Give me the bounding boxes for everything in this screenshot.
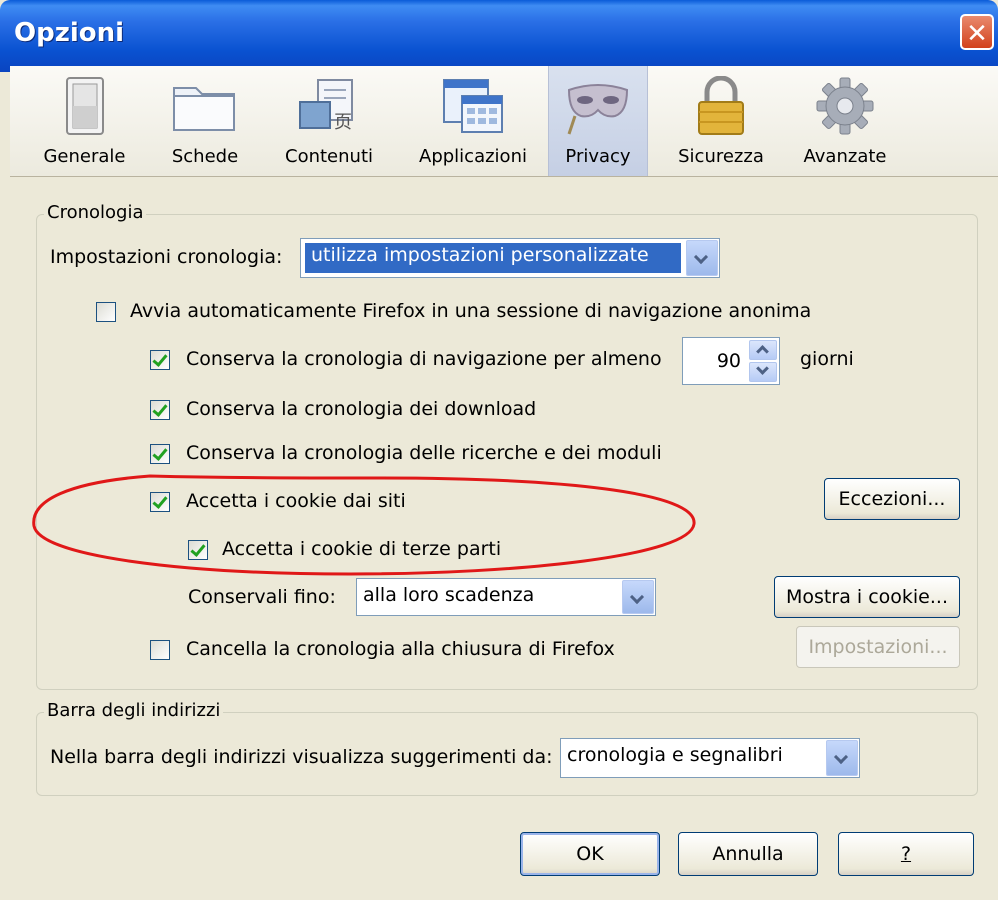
switch-icon	[65, 77, 104, 135]
history-days-spinner[interactable]: 90	[682, 337, 780, 385]
padlock-icon	[698, 76, 744, 135]
pane-toolbar: Generale Schede 页 Contenuti Applicazioni…	[10, 66, 998, 177]
clear-on-close-checkbox[interactable]	[150, 640, 170, 660]
history-settings-value: utilizza impostazioni personalizzate	[311, 244, 649, 266]
third-party-cookies-checkbox[interactable]	[188, 540, 208, 560]
keep-downloads-checkbox[interactable]	[150, 400, 170, 420]
keep-until-label: Conservali fino:	[188, 586, 336, 608]
applications-icon	[443, 79, 503, 133]
chevron-down-icon[interactable]	[622, 580, 654, 614]
history-settings-dropdown[interactable]: utilizza impostazioni personalizzate	[300, 238, 720, 278]
content-icon: 页	[299, 79, 353, 133]
keep-until-value: alla loro scadenza	[363, 584, 535, 606]
spin-down-icon[interactable]	[749, 362, 777, 382]
clear-settings-button-label: Impostazioni...	[808, 636, 948, 658]
keep-downloads-label: Conserva la cronologia dei download	[186, 398, 537, 420]
keep-history-label: Conserva la cronologia di navigazione pe…	[186, 348, 662, 370]
window-title: Opzioni	[14, 18, 125, 48]
clear-settings-button[interactable]: Impostazioni...	[796, 626, 960, 668]
history-days-unit: giorni	[800, 348, 854, 370]
tab-schede[interactable]: Schede	[160, 66, 250, 176]
ok-button[interactable]: OK	[520, 832, 660, 876]
location-bar-dropdown[interactable]: cronologia e segnalibri	[560, 738, 860, 778]
private-mode-label: Avvia automaticamente Firefox in una ses…	[130, 300, 812, 322]
tab-label: Applicazioni	[419, 146, 527, 167]
exceptions-button-label: Eccezioni...	[838, 488, 946, 510]
tab-label: Schede	[171, 146, 239, 167]
tab-generale[interactable]: Generale	[32, 66, 137, 176]
svg-text:页: 页	[334, 112, 352, 133]
tab-avanzate[interactable]: Avanzate	[790, 66, 900, 176]
location-bar-label: Nella barra degli indirizzi visualizza s…	[50, 746, 553, 768]
tabs-folder-icon	[173, 87, 235, 131]
location-bar-legend: Barra degli indirizzi	[44, 700, 224, 721]
keep-forms-checkbox[interactable]	[150, 444, 170, 464]
tab-contenuti[interactable]: 页 Contenuti	[274, 66, 384, 176]
exceptions-button[interactable]: Eccezioni...	[824, 478, 960, 520]
private-mode-checkbox[interactable]	[96, 302, 116, 322]
tab-applicazioni[interactable]: Applicazioni	[408, 66, 538, 176]
help-button[interactable]: ?	[838, 832, 974, 876]
tab-label: Avanzate	[803, 146, 887, 167]
options-dialog: Opzioni ✕ Generale Schede 页 Contenuti Ap…	[0, 0, 998, 900]
tab-label: Contenuti	[285, 146, 373, 167]
tab-privacy[interactable]: Privacy	[548, 66, 648, 176]
help-button-label: ?	[900, 843, 912, 865]
history-legend: Cronologia	[44, 202, 147, 223]
show-cookies-button-label: Mostra i cookie...	[786, 586, 948, 608]
close-button[interactable]: ✕	[960, 14, 994, 50]
accept-cookies-label: Accetta i cookie dai siti	[186, 490, 406, 512]
chevron-down-icon[interactable]	[826, 740, 858, 776]
title-bar[interactable]: Opzioni ✕	[0, 0, 998, 72]
gear-icon	[816, 77, 874, 135]
close-icon: ✕	[966, 19, 988, 49]
keep-history-checkbox[interactable]	[150, 350, 170, 370]
chevron-down-icon[interactable]	[686, 240, 718, 276]
cancel-button-label: Annulla	[712, 843, 784, 865]
spin-up-icon[interactable]	[749, 340, 777, 360]
tab-sicurezza[interactable]: Sicurezza	[666, 66, 776, 176]
cancel-button[interactable]: Annulla	[678, 832, 818, 876]
history-settings-label: Impostazioni cronologia:	[50, 246, 283, 268]
clear-on-close-label: Cancella la cronologia alla chiusura di …	[186, 638, 615, 660]
tab-label: Privacy	[565, 146, 631, 167]
show-cookies-button[interactable]: Mostra i cookie...	[774, 576, 960, 618]
tab-label: Sicurezza	[678, 146, 764, 167]
keep-forms-label: Conserva la cronologia delle ricerche e …	[186, 442, 662, 464]
mask-icon	[567, 84, 629, 135]
third-party-cookies-label: Accetta i cookie di terze parti	[222, 538, 502, 560]
history-days-value: 90	[716, 350, 741, 372]
keep-until-dropdown[interactable]: alla loro scadenza	[356, 578, 656, 616]
tab-label: Generale	[43, 146, 126, 167]
accept-cookies-checkbox[interactable]	[150, 492, 170, 512]
ok-button-label: OK	[576, 843, 604, 865]
location-bar-value: cronologia e segnalibri	[567, 744, 783, 766]
